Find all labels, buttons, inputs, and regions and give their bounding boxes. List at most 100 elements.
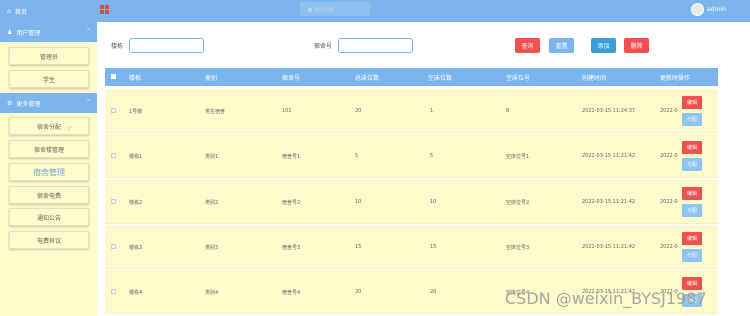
row-checkbox[interactable] [111, 244, 116, 249]
sidebar-item-fee-dispute[interactable]: 电费异议 [9, 231, 89, 249]
table-row: 1号楼 男生宿舍 101 20 1 8 2022-03-15 11:24:37 … [105, 89, 718, 133]
sidebar-item-label: 宿舍分配 [36, 123, 61, 131]
col-empty-bed-no[interactable]: 空床位号 [506, 73, 530, 82]
cell: 宿舍号4 [282, 290, 301, 296]
cell: 2022-0 [660, 108, 678, 114]
cell: 空床位号1 [506, 154, 530, 160]
nav-home-label: 首页 [14, 8, 27, 16]
cell: 男生宿舍 [205, 109, 226, 115]
cell: 2022-03-15 11:21:42 [582, 244, 636, 250]
grid-menu-icon[interactable] [100, 5, 109, 14]
reset-button[interactable]: 重置 [549, 38, 574, 53]
cell: 20 [355, 289, 362, 295]
top-search[interactable]: ● 请点击此 [300, 2, 370, 16]
assign-button[interactable]: 分配 [682, 113, 702, 126]
cell: 类别3 [205, 245, 219, 251]
col-total-beds[interactable]: 总床位数 [355, 73, 379, 82]
nav-home[interactable]: ⌂ 首页 [0, 0, 97, 22]
sidebar-item-label: 学生 [42, 76, 55, 84]
dorm-label: 宿舍号 [314, 43, 333, 50]
cell: 类别4 [205, 290, 219, 296]
sidebar-item-label: 宿舍管理 [33, 167, 65, 177]
cell: 8 [506, 108, 510, 114]
watermark: CSDN @weixin_BYSJ1987 [505, 289, 707, 308]
col-created[interactable]: 创建时间 [582, 73, 606, 82]
cell: 楼栋4 [129, 290, 143, 296]
user-name[interactable]: admin [707, 6, 726, 13]
sidebar-item-student[interactable]: 学生 [9, 70, 89, 88]
row-checkbox[interactable] [111, 153, 116, 158]
sidebar-item-dorm-management[interactable]: 宿舍管理 [9, 163, 89, 181]
cell: 宿舍号2 [282, 200, 301, 206]
cell: 10 [355, 199, 362, 205]
cell: 10 [430, 199, 437, 205]
edit-button[interactable]: 编辑 [682, 187, 702, 200]
nav-group-more-management[interactable]: ⚙ 更多管理 ⌃ [0, 93, 97, 113]
cell: 楼栋1 [129, 154, 143, 160]
search-dorm: 宿舍号 [314, 38, 414, 53]
chevron-up-icon: ⌃ [85, 99, 91, 106]
sidebar-item-label: 管理员 [39, 53, 58, 61]
table-row: 楼栋1 类别1 宿舍号1 5 5 空床位号1 2022-03-15 11:21:… [105, 134, 718, 178]
sidebar-item-label: 宿舍电费 [36, 192, 61, 200]
sidebar-item-label: 宿舍楼管理 [33, 146, 64, 154]
cell: 2022-03-15 11:21:42 [582, 153, 636, 159]
sidebar: ⌂ 首页 ♟ 用户管理 ⌃ 管理员 学生 ⚙ 更多管理 ⌃ 宿舍分配 宿舍楼管理… [0, 0, 97, 316]
cell: 1号楼 [129, 109, 143, 115]
assign-button[interactable]: 分配 [682, 204, 702, 217]
cell: 宿舍号3 [282, 245, 301, 251]
assign-button[interactable]: 分配 [682, 249, 702, 262]
col-category[interactable]: 类别 [205, 73, 217, 82]
cell: 20 [355, 108, 362, 114]
cell: 楼栋2 [129, 200, 143, 206]
add-button[interactable]: 添加 [591, 38, 616, 53]
sidebar-item-dorm-assign[interactable]: 宿舍分配 [9, 117, 89, 135]
delete-button[interactable]: 删除 [624, 38, 649, 53]
table-row: 楼栋2 类别2 宿舍号2 10 10 空床位号2 2022-03-15 11:2… [105, 180, 718, 224]
assign-button[interactable]: 分配 [682, 158, 702, 171]
row-checkbox[interactable] [111, 108, 116, 113]
sidebar-item-building-management[interactable]: 宿舍楼管理 [9, 140, 89, 158]
building-input[interactable] [129, 38, 205, 53]
chevron-up-icon: ⌃ [85, 28, 91, 35]
nav-group-user-management[interactable]: ♟ 用户管理 ⌃ [0, 22, 97, 42]
avatar[interactable] [691, 3, 704, 16]
home-icon: ⌂ [7, 7, 11, 15]
search-building: 楼栋 [111, 38, 205, 53]
sidebar-item-electricity[interactable]: 宿舍电费 [9, 186, 89, 204]
edit-button[interactable]: 编辑 [682, 141, 702, 154]
edit-button[interactable]: 编辑 [682, 96, 702, 109]
col-building[interactable]: 楼栋 [129, 73, 141, 82]
cell: 2022-03-15 11:24:37 [582, 108, 636, 114]
query-button[interactable]: 查询 [515, 38, 540, 53]
col-dorm-no[interactable]: 宿舍号 [282, 73, 300, 82]
sidebar-item-admin[interactable]: 管理员 [9, 47, 89, 65]
col-empty-beds[interactable]: 空床位数 [428, 73, 452, 82]
cell: 15 [355, 244, 362, 250]
cell: 15 [430, 244, 437, 250]
dorm-input[interactable] [338, 38, 414, 53]
cell: 2022-0 [660, 153, 678, 159]
col-updated[interactable]: 更新时 [660, 73, 678, 82]
hand-cursor-icon: ☞ [64, 124, 73, 135]
cell: 空床位号2 [506, 200, 530, 206]
row-checkbox[interactable] [111, 289, 116, 294]
user-icon: ♟ [7, 28, 13, 36]
cell: 20 [430, 289, 437, 295]
select-all-checkbox[interactable] [111, 74, 116, 79]
cell: 5 [430, 153, 434, 159]
cell: 宿舍号1 [282, 154, 301, 160]
cell: 2022-03-15 11:21:42 [582, 199, 636, 205]
cell: 101 [282, 108, 292, 114]
top-bar [97, 0, 750, 22]
table-header: 楼栋 类别 宿舍号 总床位数 空床位数 空床位号 创建时间 更新时 操作 [105, 68, 718, 86]
sidebar-item-label: 电费异议 [36, 237, 61, 245]
nav-group-label: 更多管理 [16, 100, 41, 108]
edit-button[interactable]: 编辑 [682, 232, 702, 245]
sidebar-item-notice[interactable]: 通知公告 [9, 208, 89, 226]
row-checkbox[interactable] [111, 199, 116, 204]
cell: 1 [430, 108, 434, 114]
table-row: 楼栋3 类别3 宿舍号3 15 15 空床位号3 2022-03-15 11:2… [105, 225, 718, 269]
cell: 类别1 [205, 154, 219, 160]
building-label: 楼栋 [111, 43, 124, 50]
